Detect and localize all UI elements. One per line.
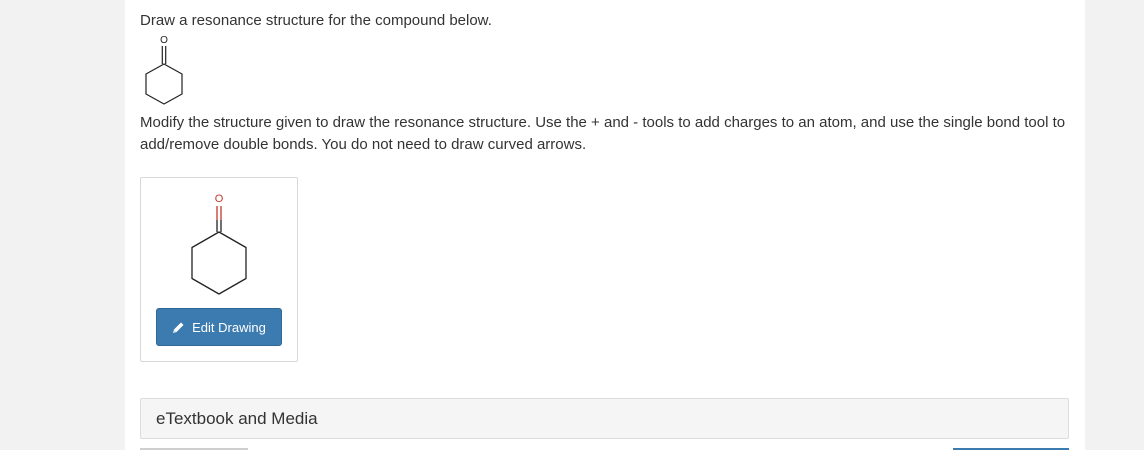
answer-oxygen-label: O: [215, 193, 224, 205]
instructions-text: Modify the structure given to draw the r…: [140, 114, 1066, 153]
etextbook-media-label: eTextbook and Media: [156, 408, 318, 428]
answer-molecule-structure: O: [191, 193, 247, 295]
given-oxygen-label: O: [160, 35, 168, 46]
pencil-icon: [173, 322, 184, 333]
answer-drawing-box[interactable]: O Edit Drawing: [140, 177, 298, 362]
etextbook-media-toggle[interactable]: eTextbook and Media: [140, 398, 1069, 439]
question-panel: Draw a resonance structure for the compo…: [125, 0, 1085, 450]
given-molecule-structure: O: [145, 35, 183, 105]
edit-drawing-button[interactable]: Edit Drawing: [156, 308, 282, 346]
edit-drawing-label: Edit Drawing: [192, 319, 266, 335]
question-prompt: Draw a resonance structure for the compo…: [140, 12, 492, 29]
